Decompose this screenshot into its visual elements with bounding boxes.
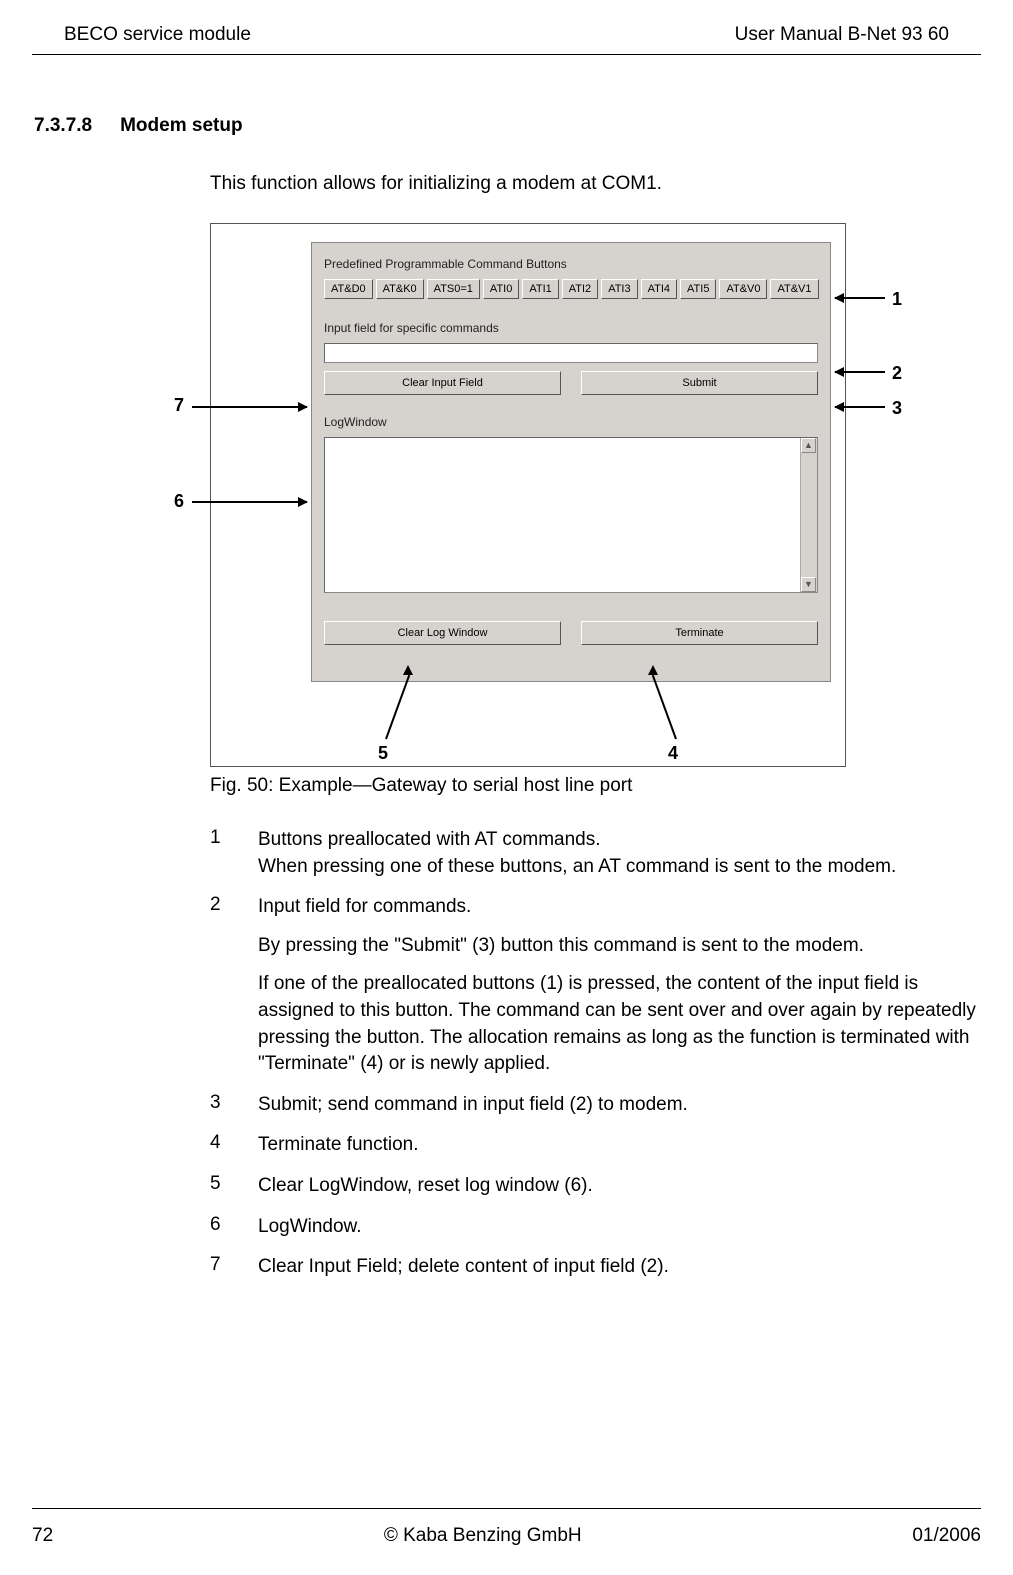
arrow-1 <box>835 297 885 299</box>
legend-item-2: 2 Input field for commands. By pressing … <box>210 894 981 1078</box>
at-button-3[interactable]: ATI0 <box>483 279 519 299</box>
page-footer: 72 © Kaba Benzing GmbH 01/2006 <box>32 1508 981 1547</box>
modem-window: Predefined Programmable Command Buttons … <box>311 242 831 682</box>
arrowhead-4 <box>648 665 658 675</box>
callout-1: 1 <box>892 289 902 310</box>
arrow-7 <box>192 406 307 408</box>
log-window: ▲ ▼ <box>324 437 818 593</box>
header-manual: User Manual B-Net 93 60 <box>735 24 949 46</box>
callout-3: 3 <box>892 398 902 419</box>
predef-button-row: AT&D0 AT&K0 ATS0=1 ATI0 ATI1 ATI2 ATI3 A… <box>324 279 818 299</box>
input-label: Input field for specific commands <box>324 321 818 335</box>
at-button-4[interactable]: ATI1 <box>522 279 558 299</box>
legend-item-5: 5 Clear LogWindow, reset log window (6). <box>210 1173 981 1200</box>
legend-text-2: Input field for commands. By pressing th… <box>258 894 981 1078</box>
at-button-6[interactable]: ATI3 <box>601 279 637 299</box>
at-button-5[interactable]: ATI2 <box>562 279 598 299</box>
arrow-6 <box>192 501 307 503</box>
callout-6: 6 <box>174 491 184 512</box>
legend-text-5: Clear LogWindow, reset log window (6). <box>258 1173 981 1200</box>
legend-text-7: Clear Input Field; delete content of inp… <box>258 1254 981 1281</box>
at-button-9[interactable]: AT&V0 <box>719 279 767 299</box>
command-input[interactable] <box>324 343 818 363</box>
legend-text-1: Buttons preallocated with AT commands. W… <box>258 827 981 880</box>
at-button-0[interactable]: AT&D0 <box>324 279 373 299</box>
legend-item-1: 1 Buttons preallocated with AT commands.… <box>210 827 981 880</box>
terminate-button[interactable]: Terminate <box>581 621 818 645</box>
figure-caption: Fig. 50: Example—Gateway to serial host … <box>210 775 981 797</box>
legend-item-6: 6 LogWindow. <box>210 1214 981 1241</box>
legend-text-6: LogWindow. <box>258 1214 981 1241</box>
legend-text-4: Terminate function. <box>258 1132 981 1159</box>
legend-item-3: 3 Submit; send command in input field (2… <box>210 1092 981 1119</box>
legend-item-7: 7 Clear Input Field; delete content of i… <box>210 1254 981 1281</box>
at-button-8[interactable]: ATI5 <box>680 279 716 299</box>
footer-date: 01/2006 <box>912 1525 981 1547</box>
predef-label: Predefined Programmable Command Buttons <box>324 257 818 271</box>
at-button-2[interactable]: ATS0=1 <box>427 279 480 299</box>
at-button-7[interactable]: ATI4 <box>641 279 677 299</box>
at-button-1[interactable]: AT&K0 <box>376 279 424 299</box>
intro-text: This function allows for initializing a … <box>210 173 981 195</box>
figure-wrapper: Predefined Programmable Command Buttons … <box>210 223 930 767</box>
clear-log-button[interactable]: Clear Log Window <box>324 621 561 645</box>
legend-item-4: 4 Terminate function. <box>210 1132 981 1159</box>
arrow-3 <box>835 406 885 408</box>
clear-input-button[interactable]: Clear Input Field <box>324 371 561 395</box>
arrow-2 <box>835 371 885 373</box>
scroll-down-icon[interactable]: ▼ <box>801 577 816 592</box>
section-heading: 7.3.7.8 Modem setup <box>32 115 981 137</box>
callout-7: 7 <box>174 395 184 416</box>
log-label: LogWindow <box>324 415 818 429</box>
submit-button[interactable]: Submit <box>581 371 818 395</box>
scroll-up-icon[interactable]: ▲ <box>801 438 816 453</box>
page-header: BECO service module User Manual B-Net 93… <box>32 0 981 55</box>
log-scrollbar[interactable]: ▲ ▼ <box>800 438 817 592</box>
callout-4: 4 <box>668 743 678 764</box>
section-title: Modem setup <box>120 115 242 136</box>
copyright: © Kaba Benzing GmbH <box>384 1525 582 1547</box>
section-number: 7.3.7.8 <box>34 115 92 137</box>
figure-box: Predefined Programmable Command Buttons … <box>210 223 846 767</box>
arrowhead-5 <box>403 665 413 675</box>
page-number: 72 <box>32 1525 53 1547</box>
legend-text-3: Submit; send command in input field (2) … <box>258 1092 981 1119</box>
callout-2: 2 <box>892 363 902 384</box>
at-button-10[interactable]: AT&V1 <box>770 279 818 299</box>
callout-5: 5 <box>378 743 388 764</box>
header-module: BECO service module <box>64 24 251 46</box>
legend-list: 1 Buttons preallocated with AT commands.… <box>210 827 981 1281</box>
